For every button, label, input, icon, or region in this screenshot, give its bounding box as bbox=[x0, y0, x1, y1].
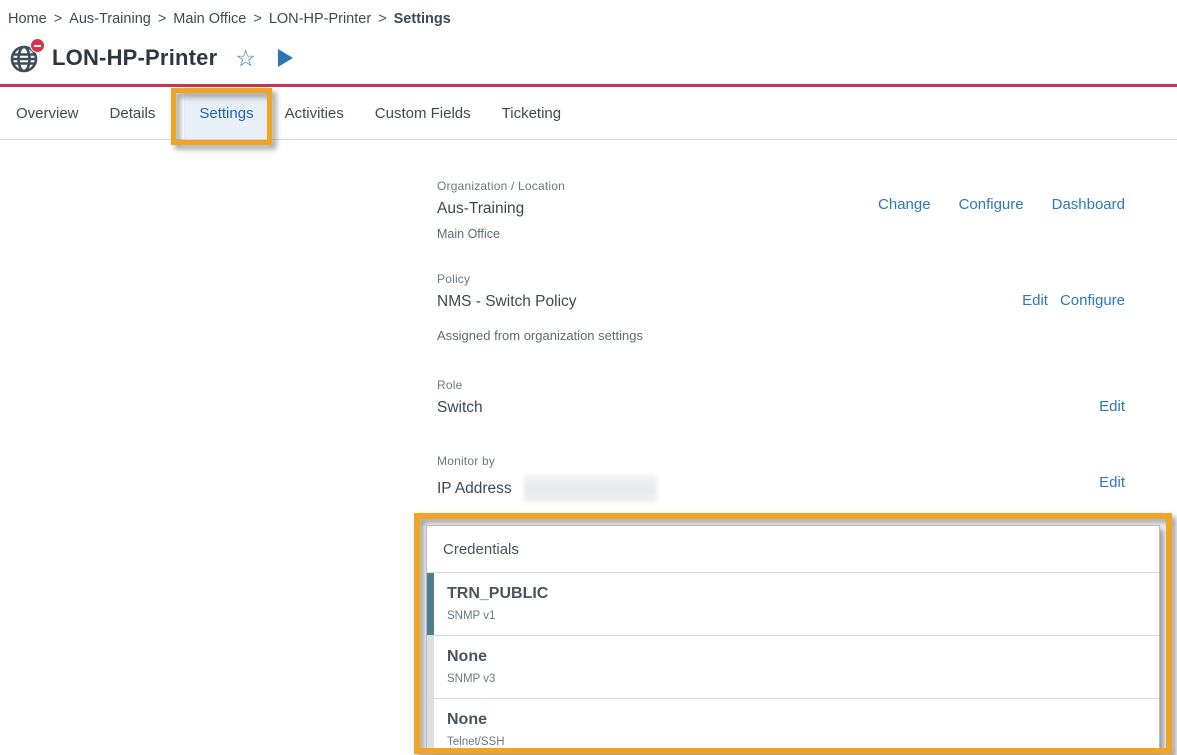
policy-edit-link[interactable]: Edit bbox=[1022, 292, 1048, 309]
breadcrumb-item-home[interactable]: Home bbox=[8, 11, 47, 27]
breadcrumb-separator: > bbox=[253, 11, 261, 27]
credential-item-telnet-ssh[interactable]: None Telnet/SSH bbox=[427, 699, 1159, 754]
credential-name: None bbox=[447, 648, 1143, 666]
breadcrumb-item-location[interactable]: Main Office bbox=[173, 11, 246, 27]
breadcrumb-separator: > bbox=[158, 11, 166, 27]
credentials-highlight-annotation: Credentials TRN_PUBLIC SNMP v1 None SNMP… bbox=[414, 513, 1172, 754]
policy-configure-link[interactable]: Configure bbox=[1060, 292, 1125, 309]
offline-status-badge-icon bbox=[30, 38, 45, 53]
breadcrumb-item-device[interactable]: LON-HP-Printer bbox=[269, 11, 371, 27]
credential-accent-bar bbox=[427, 573, 434, 635]
policy-label: Policy bbox=[437, 272, 1125, 286]
credential-name: None bbox=[447, 711, 1143, 729]
globe-icon bbox=[8, 42, 40, 74]
tab-bar: Overview Details Settings Activities Cus… bbox=[0, 87, 1177, 140]
credential-accent-bar bbox=[427, 699, 434, 754]
location-value: Main Office bbox=[437, 227, 1125, 241]
credential-type: Telnet/SSH bbox=[447, 736, 1143, 748]
organization-label: Organization / Location bbox=[437, 179, 1125, 193]
tab-activities[interactable]: Activities bbox=[284, 87, 345, 139]
organization-location-row: Organization / Location Aus-Training Mai… bbox=[437, 179, 1125, 241]
credential-name: TRN_PUBLIC bbox=[447, 585, 1143, 603]
credential-item-snmp-v3[interactable]: None SNMP v3 bbox=[427, 636, 1159, 699]
change-link[interactable]: Change bbox=[878, 196, 931, 213]
breadcrumb-item-current: Settings bbox=[394, 11, 451, 27]
credentials-card-title: Credentials bbox=[427, 526, 1159, 573]
breadcrumb-separator: > bbox=[378, 11, 386, 27]
monitor-by-label: Monitor by bbox=[437, 454, 1125, 468]
redacted-ip-address bbox=[524, 475, 657, 502]
breadcrumb-item-organization[interactable]: Aus-Training bbox=[69, 11, 151, 27]
credential-type: SNMP v3 bbox=[447, 673, 1143, 685]
role-label: Role bbox=[437, 378, 1125, 392]
tab-custom-fields[interactable]: Custom Fields bbox=[374, 87, 472, 139]
tab-overview[interactable]: Overview bbox=[15, 87, 80, 139]
dashboard-link[interactable]: Dashboard bbox=[1052, 196, 1125, 213]
role-value: Switch bbox=[437, 399, 1125, 417]
tab-ticketing[interactable]: Ticketing bbox=[501, 87, 562, 139]
policy-row: Policy NMS - Switch Policy Assigned from… bbox=[437, 272, 1125, 343]
role-row: Role Switch Edit bbox=[437, 378, 1125, 417]
tab-details[interactable]: Details bbox=[109, 87, 157, 139]
credential-type: SNMP v1 bbox=[447, 610, 1143, 622]
credential-accent-bar bbox=[427, 636, 434, 698]
monitor-edit-link[interactable]: Edit bbox=[1099, 474, 1125, 491]
credential-item-snmp-v1[interactable]: TRN_PUBLIC SNMP v1 bbox=[427, 573, 1159, 636]
device-title-row: LON-HP-Printer ☆ bbox=[8, 42, 293, 74]
device-settings-page: Home > Aus-Training > Main Office > LON-… bbox=[0, 0, 1177, 755]
play-button-icon[interactable] bbox=[278, 49, 293, 67]
role-edit-link[interactable]: Edit bbox=[1099, 398, 1125, 415]
breadcrumb-separator: > bbox=[54, 11, 62, 27]
configure-link[interactable]: Configure bbox=[959, 196, 1024, 213]
favorite-star-icon[interactable]: ☆ bbox=[235, 47, 256, 70]
page-title: LON-HP-Printer bbox=[52, 45, 217, 71]
breadcrumb: Home > Aus-Training > Main Office > LON-… bbox=[8, 11, 451, 27]
credentials-card: Credentials TRN_PUBLIC SNMP v1 None SNMP… bbox=[426, 525, 1160, 754]
monitor-by-value: IP Address bbox=[437, 480, 512, 498]
monitor-by-row: Monitor by IP Address Edit bbox=[437, 454, 1125, 502]
policy-note: Assigned from organization settings bbox=[437, 328, 1125, 343]
tab-settings[interactable]: Settings bbox=[184, 87, 268, 139]
